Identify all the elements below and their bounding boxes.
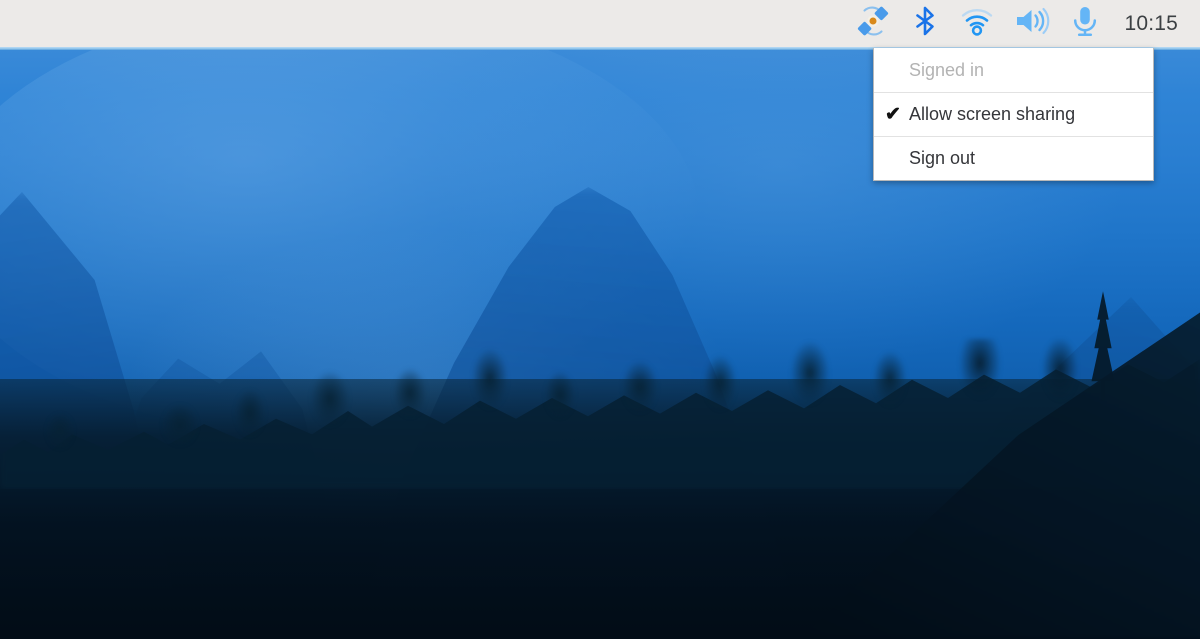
menu-item-sign-out-label: Sign out [909, 148, 976, 168]
foliage-tree-tufts [0, 339, 1200, 449]
menu-item-signed-in: Signed in [874, 48, 1153, 92]
screen-share-tray-button[interactable] [846, 2, 900, 46]
checkmark-placeholder-icon: ✔ [885, 149, 909, 168]
wifi-tray-button[interactable] [950, 2, 1004, 46]
chromeos-desktop: 10:15 Signed in ✔ Allow screen sharing ✔… [0, 0, 1200, 639]
menu-item-allow-screen-sharing[interactable]: ✔ Allow screen sharing [874, 92, 1153, 136]
menu-item-signed-in-label: Signed in [909, 59, 985, 80]
microphone-icon [1070, 4, 1100, 43]
screen-share-icon [856, 4, 890, 43]
menu-item-sign-out[interactable]: ✔ Sign out [874, 136, 1153, 180]
checkmark-icon: ✔ [885, 104, 901, 125]
volume-icon [1014, 6, 1050, 41]
menu-item-allow-screen-sharing-label: Allow screen sharing [909, 104, 1076, 124]
shelf-status-bar: 10:15 [0, 0, 1200, 47]
system-tray[interactable]: 10:15 [846, 0, 1200, 47]
bluetooth-tray-button[interactable] [900, 2, 950, 46]
wifi-icon [960, 6, 994, 41]
volume-tray-button[interactable] [1004, 2, 1060, 46]
clock[interactable]: 10:15 [1110, 12, 1190, 36]
screen-share-menu[interactable]: Signed in ✔ Allow screen sharing ✔ Sign … [873, 48, 1154, 181]
bluetooth-icon [910, 5, 940, 42]
microphone-tray-button[interactable] [1060, 2, 1110, 46]
